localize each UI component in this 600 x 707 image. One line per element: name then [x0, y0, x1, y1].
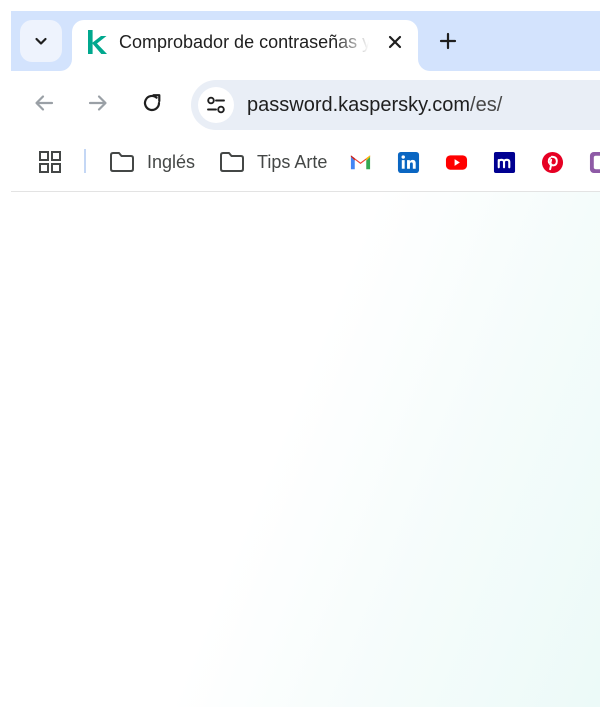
tab-active[interactable]: Comprobador de contraseñas y [72, 20, 418, 71]
bookmark-folder-label: Inglés [147, 151, 196, 172]
tab-close-button[interactable] [383, 30, 407, 54]
bookmarks-bar: Inglés Tips Arte [11, 133, 600, 192]
close-icon [388, 35, 402, 49]
bookmark-partial-icon[interactable] [589, 151, 600, 174]
back-button[interactable] [31, 90, 57, 116]
screen: Comprobador de contraseñas y password.ka… [0, 0, 600, 707]
url-text[interactable]: password.kaspersky.com/es/ [247, 93, 502, 117]
url-path: /es/ [470, 94, 503, 116]
site-info-button[interactable] [198, 87, 234, 123]
browser-window: Comprobador de contraseñas y password.ka… [11, 11, 600, 707]
url-domain: password.kaspersky.com [247, 94, 471, 116]
forward-button[interactable] [85, 90, 111, 116]
folder-icon [110, 152, 134, 172]
kaspersky-k-icon [88, 30, 107, 54]
browser-toolbar: password.kaspersky.com/es/ [11, 71, 600, 133]
arrow-right-icon [88, 95, 107, 111]
arrow-left-icon [35, 95, 54, 111]
bookmark-folder-label: Tips Arte [257, 151, 328, 172]
pinterest-icon[interactable] [541, 151, 564, 174]
page-content [11, 192, 600, 707]
tab-title: Comprobador de contraseñas y [119, 32, 369, 52]
apps-grid-icon[interactable] [38, 150, 62, 174]
meetup-icon[interactable] [493, 151, 516, 174]
reload-icon [143, 94, 161, 112]
chevron-down-icon [35, 37, 47, 45]
youtube-icon[interactable] [445, 151, 468, 174]
new-tab-button[interactable] [433, 26, 463, 56]
tune-icon [207, 96, 225, 114]
folder-icon [220, 152, 244, 172]
bookmarks-divider [84, 149, 86, 173]
linkedin-icon[interactable] [397, 151, 420, 174]
reload-button[interactable] [139, 90, 165, 116]
bookmark-folder-tips-arte[interactable]: Tips Arte [219, 147, 327, 177]
tab-search-button[interactable] [20, 20, 62, 62]
address-bar[interactable]: password.kaspersky.com/es/ [191, 80, 600, 130]
gmail-icon[interactable] [349, 151, 372, 174]
plus-icon [439, 32, 457, 50]
bookmark-folder-ingles[interactable]: Inglés [109, 147, 195, 177]
tab-strip: Comprobador de contraseñas y [11, 11, 600, 71]
